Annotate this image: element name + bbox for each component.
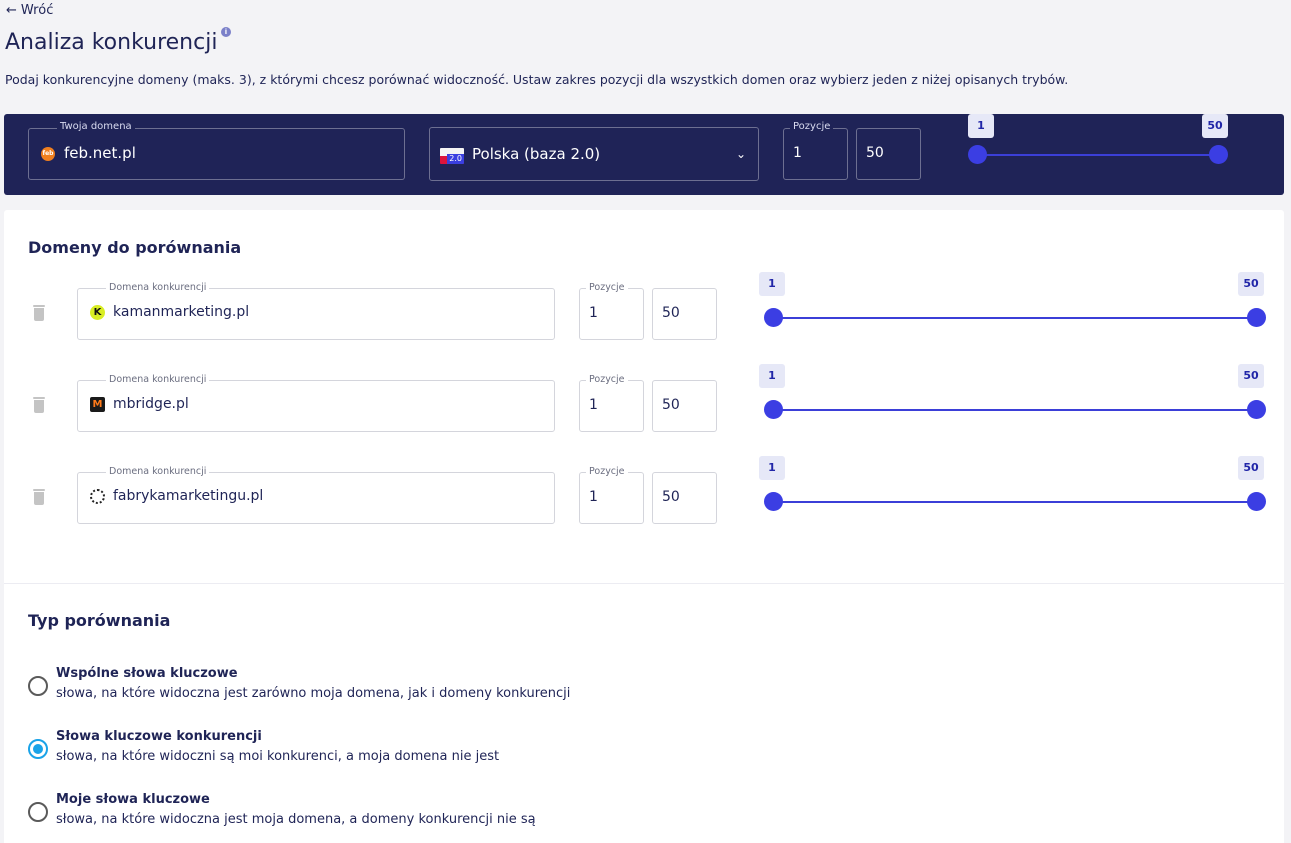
compare-type-title: Typ porównania [28, 611, 171, 630]
slider-max-label: 50 [1238, 272, 1264, 296]
competitor-range-slider[interactable]: 1 50 [759, 456, 1266, 516]
competitor-position-max-value: 50 [662, 305, 680, 321]
slider-max-thumb[interactable] [1209, 145, 1228, 164]
own-domain-value: feb.net.pl [64, 144, 136, 162]
radio-description: słowa, na które widoczni są moi konkuren… [56, 749, 500, 764]
own-domain-field[interactable]: Twoja domena feb feb.net.pl [28, 121, 405, 180]
slider-min-thumb[interactable] [968, 145, 987, 164]
competitor-domain-legend: Domena konkurencji [106, 282, 210, 293]
competitor-position-max-field[interactable]: 50 [652, 472, 717, 524]
own-position-max-value: 50 [866, 145, 884, 161]
competitor-row: Domena konkurencji fabrykamarketingu.pl … [4, 456, 1284, 532]
slider-min-thumb[interactable] [764, 308, 783, 327]
competitor-position-min-value: 1 [589, 397, 598, 413]
own-position-min-value: 1 [793, 145, 802, 161]
competitor-position-min-field[interactable]: Pozycje 1 [579, 374, 644, 432]
radio-competitor-keywords[interactable]: Słowa kluczowe konkurencji słowa, na któ… [28, 729, 728, 779]
competitor-domain-value: fabrykamarketingu.pl [113, 488, 264, 504]
kaman-favicon-icon: K [90, 305, 105, 320]
back-link[interactable]: ← Wróć [6, 3, 53, 18]
competitor-position-max-value: 50 [662, 489, 680, 505]
slider-track [977, 154, 1219, 156]
radio-title: Wspólne słowa kluczowe [56, 666, 238, 681]
slider-max-label: 50 [1238, 456, 1264, 480]
trash-icon[interactable] [32, 397, 46, 413]
competitor-domain-legend: Domena konkurencji [106, 466, 210, 477]
own-domain-legend: Twoja domena [57, 121, 135, 132]
slider-min-label: 1 [759, 272, 785, 296]
section-divider [4, 583, 1284, 584]
radio-my-keywords[interactable]: Moje słowa kluczowe słowa, na które wido… [28, 792, 728, 842]
slider-track [768, 317, 1255, 319]
slider-max-label: 50 [1202, 114, 1228, 138]
competitor-domain-field[interactable]: Domena konkurencji M mbridge.pl [77, 374, 555, 432]
slider-min-thumb[interactable] [764, 400, 783, 419]
radio-button[interactable] [28, 676, 48, 696]
own-domain-bar: Twoja domena feb feb.net.pl 2.0 Polska (… [4, 114, 1284, 195]
competitor-domain-value: kamanmarketing.pl [113, 304, 250, 320]
competitor-domain-legend: Domena konkurencji [106, 374, 210, 385]
chevron-down-icon: ⌄ [735, 147, 746, 161]
trash-icon[interactable] [32, 305, 46, 321]
arrow-left-icon: ← [6, 3, 17, 18]
radio-button-checked[interactable] [28, 739, 48, 759]
mbridge-favicon-icon: M [90, 397, 105, 412]
competitor-domain-field[interactable]: Domena konkurencji K kamanmarketing.pl [77, 282, 555, 340]
page-description: Podaj konkurencyjne domeny (maks. 3), z … [5, 72, 1069, 87]
fabryka-favicon-icon [90, 489, 105, 504]
poland-flag-icon: 2.0 [440, 148, 464, 164]
page-title: Analiza konkurencji [5, 30, 218, 55]
country-value: Polska (baza 2.0) [472, 145, 601, 163]
own-position-min-field[interactable]: Pozycje 1 [783, 121, 848, 180]
competitor-row: Domena konkurencji K kamanmarketing.pl P… [4, 272, 1284, 348]
comparison-card: Domeny do porównania Domena konkurencji … [4, 210, 1284, 843]
radio-common-keywords[interactable]: Wspólne słowa kluczowe słowa, na które w… [28, 666, 728, 716]
country-select[interactable]: 2.0 Polska (baza 2.0) ⌄ [429, 127, 759, 181]
own-position-max-field[interactable]: 50 [856, 128, 921, 180]
slider-track [768, 409, 1255, 411]
trash-icon[interactable] [32, 489, 46, 505]
competitor-position-min-field[interactable]: Pozycje 1 [579, 282, 644, 340]
competitor-positions-legend: Pozycje [586, 282, 628, 293]
radio-description: słowa, na które widoczna jest zarówno mo… [56, 686, 571, 701]
competitor-position-min-value: 1 [589, 489, 598, 505]
slider-max-thumb[interactable] [1247, 492, 1266, 511]
own-domain-favicon-icon: feb [41, 147, 55, 161]
slider-max-label: 50 [1238, 364, 1264, 388]
slider-min-label: 1 [759, 364, 785, 388]
radio-description: słowa, na które widoczna jest moja domen… [56, 812, 536, 827]
competitor-range-slider[interactable]: 1 50 [759, 272, 1266, 332]
back-label: Wróć [20, 3, 54, 18]
comparison-domains-title: Domeny do porównania [28, 238, 242, 257]
competitor-range-slider[interactable]: 1 50 [759, 364, 1266, 424]
slider-max-thumb[interactable] [1247, 400, 1266, 419]
competitor-domain-field[interactable]: Domena konkurencji fabrykamarketingu.pl [77, 466, 555, 524]
radio-title: Moje słowa kluczowe [56, 792, 210, 807]
competitor-row: Domena konkurencji M mbridge.pl Pozycje … [4, 364, 1284, 440]
competitor-positions-legend: Pozycje [586, 466, 628, 477]
slider-track [768, 501, 1255, 503]
radio-button[interactable] [28, 802, 48, 822]
radio-title: Słowa kluczowe konkurencji [56, 729, 262, 744]
competitor-position-max-field[interactable]: 50 [652, 380, 717, 432]
competitor-position-max-field[interactable]: 50 [652, 288, 717, 340]
competitor-position-max-value: 50 [662, 397, 680, 413]
slider-min-label: 1 [759, 456, 785, 480]
competitor-position-min-field[interactable]: Pozycje 1 [579, 466, 644, 524]
info-icon[interactable]: i [221, 27, 231, 37]
own-position-range-slider[interactable]: 1 50 [968, 114, 1228, 195]
slider-min-thumb[interactable] [764, 492, 783, 511]
competitor-positions-legend: Pozycje [586, 374, 628, 385]
own-positions-legend: Pozycje [790, 121, 834, 132]
competitor-position-min-value: 1 [589, 305, 598, 321]
competitor-domain-value: mbridge.pl [113, 396, 189, 412]
database-version-badge: 2.0 [447, 154, 464, 164]
slider-min-label: 1 [968, 114, 994, 138]
slider-max-thumb[interactable] [1247, 308, 1266, 327]
